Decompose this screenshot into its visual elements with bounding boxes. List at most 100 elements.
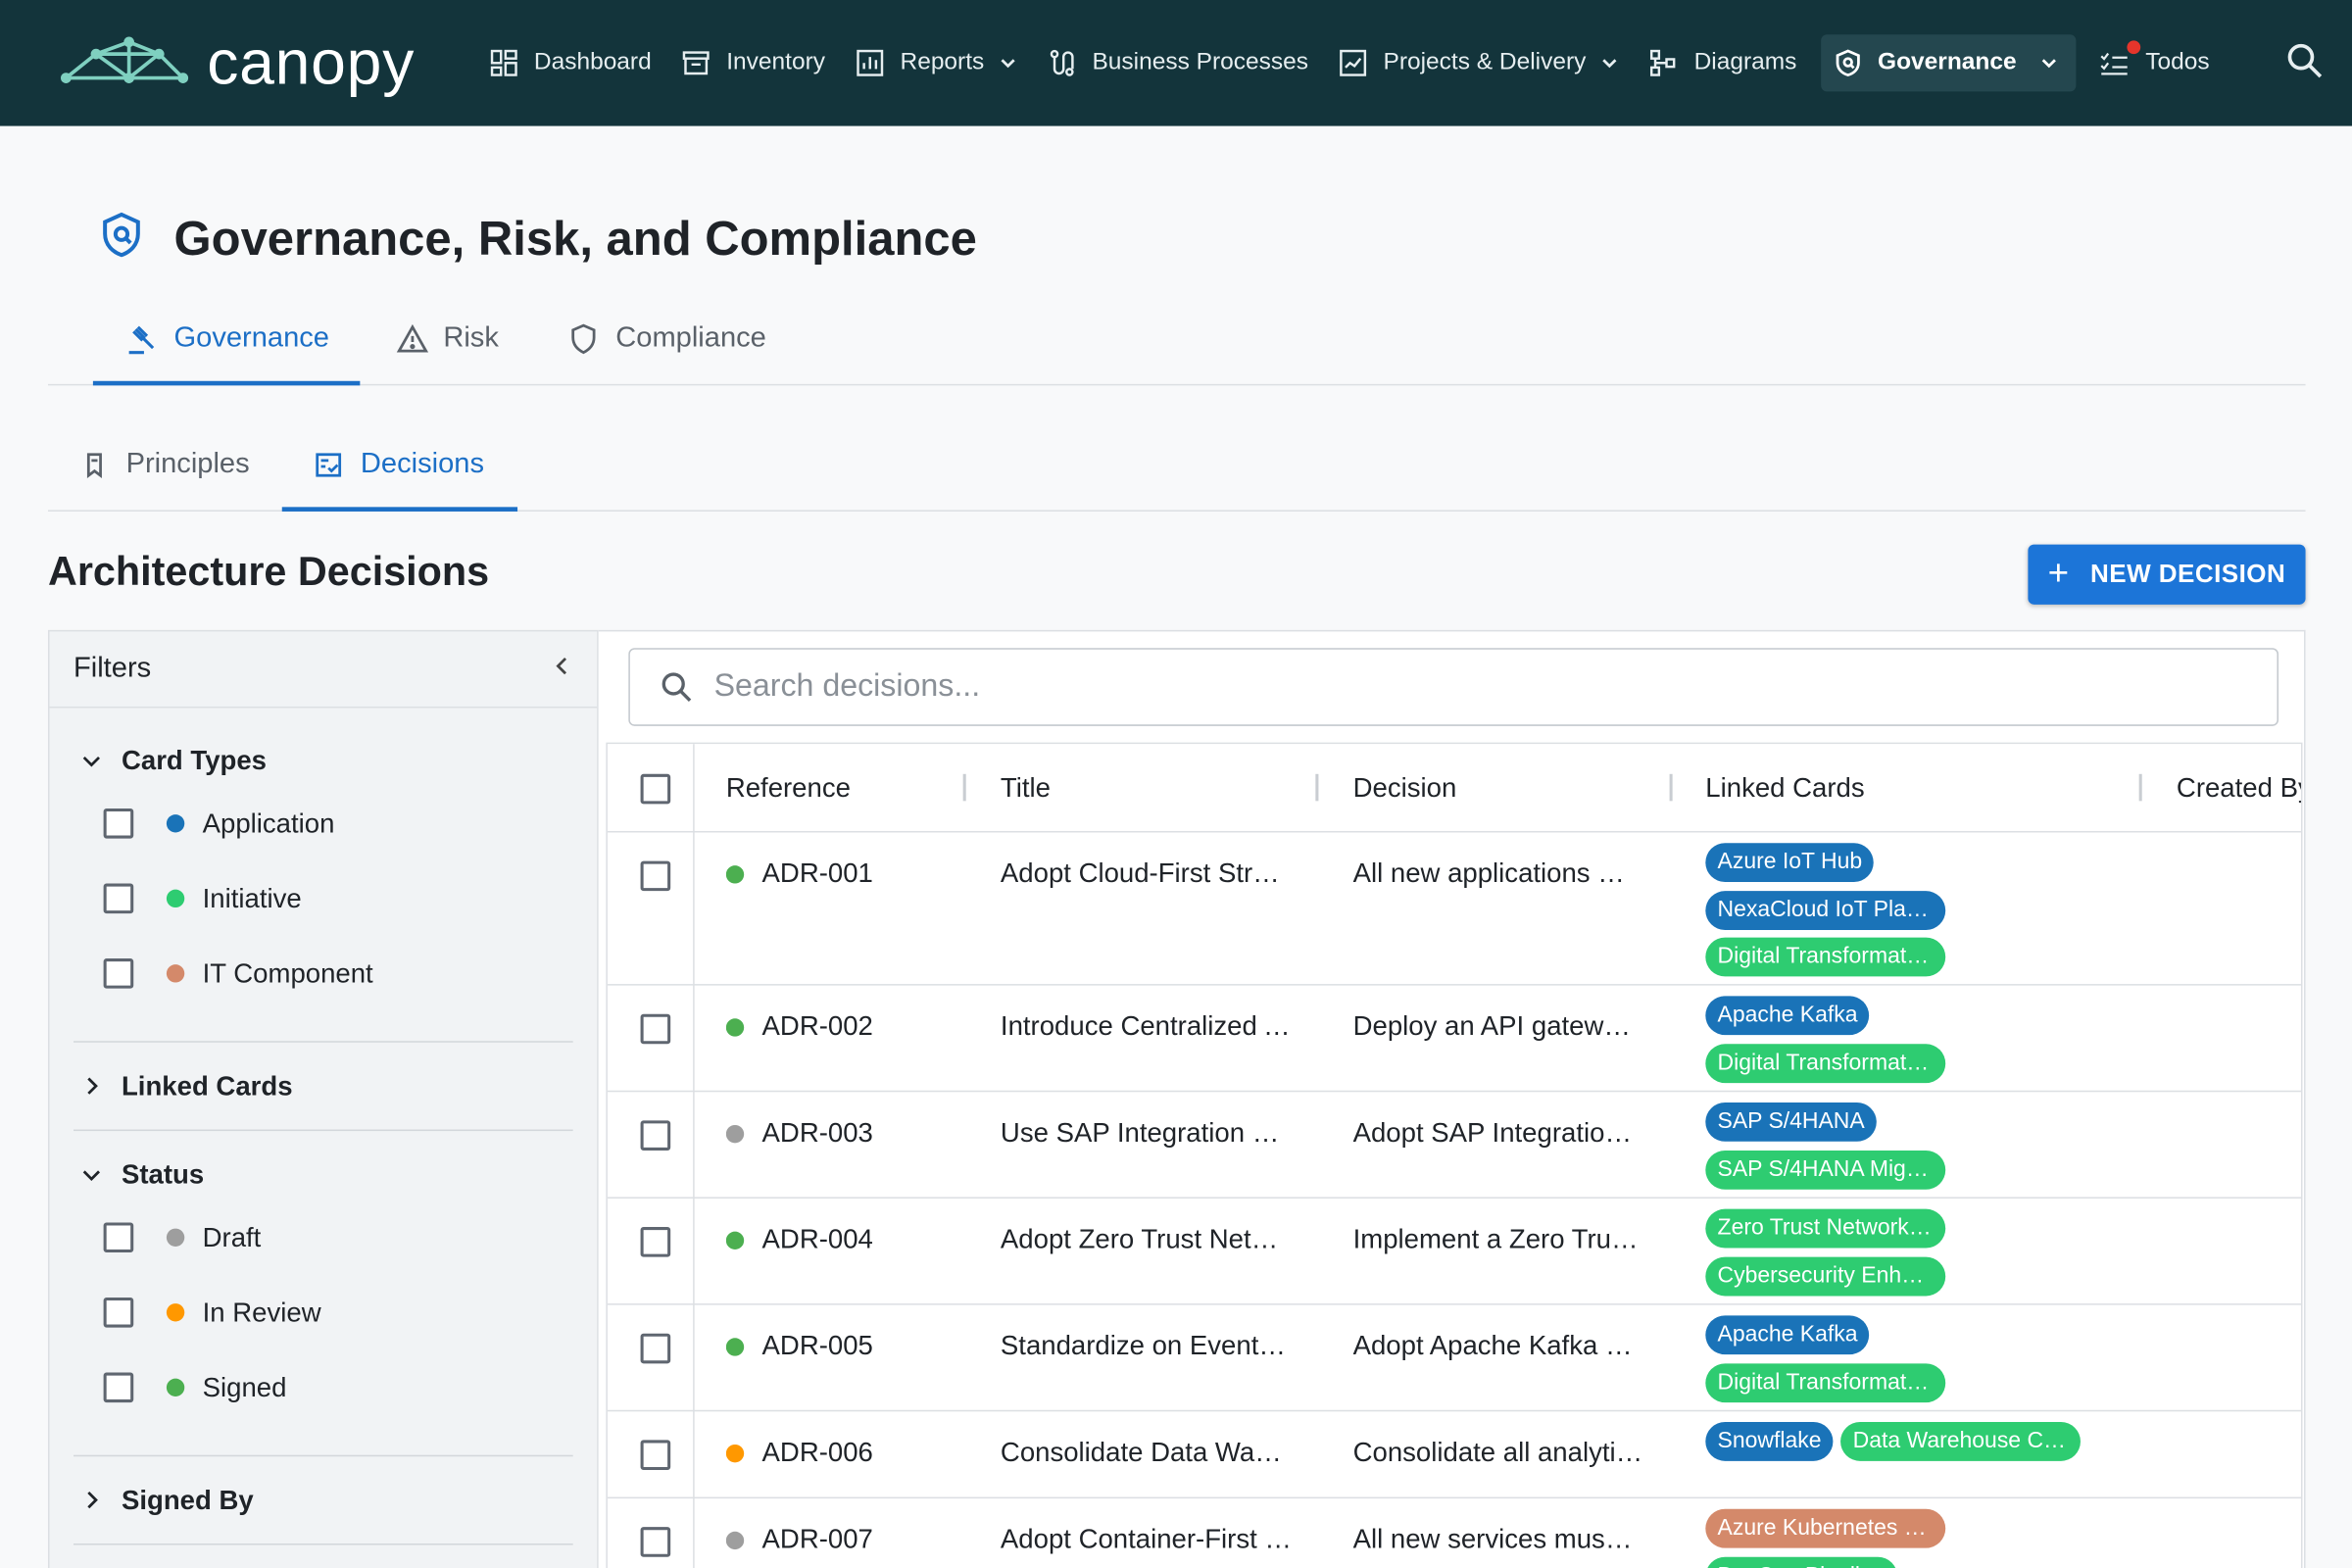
- table-row[interactable]: ADR-007 Adopt Container-First Deployment…: [608, 1498, 2301, 1568]
- filter-option-signed[interactable]: Signed: [50, 1350, 598, 1426]
- filter-option-in-review[interactable]: In Review: [50, 1275, 598, 1350]
- diagram-icon: [1649, 48, 1680, 78]
- linked-card-chip[interactable]: Cybersecurity Enhancement: [1705, 1255, 1946, 1296]
- nav-inventory[interactable]: Inventory: [669, 34, 837, 91]
- status-dot: [725, 864, 745, 883]
- nav-todos[interactable]: Todos: [2088, 34, 2222, 91]
- column-header-reference[interactable]: Reference: [726, 744, 851, 832]
- column-separator[interactable]: [1315, 773, 1319, 802]
- table-row[interactable]: ADR-002 Introduce Centralized API Gatewa…: [607, 986, 2301, 1093]
- nav-governance[interactable]: Governance: [1820, 34, 2077, 92]
- linked-card-chip[interactable]: Snowflake: [1705, 1422, 1834, 1461]
- search-icon[interactable]: [2286, 42, 2326, 81]
- reference-text: ADR-001: [761, 858, 873, 889]
- filter-option-label: Signed: [202, 1371, 287, 1402]
- linked-card-chip[interactable]: Azure Kubernetes Service: [1705, 1508, 1946, 1548]
- tab-compliance[interactable]: Compliance: [532, 294, 800, 384]
- tab-principles[interactable]: Principles: [48, 420, 282, 511]
- collapse-chevron-left-icon[interactable]: [552, 653, 572, 686]
- column-separator[interactable]: [1669, 773, 1673, 802]
- checkbox[interactable]: [103, 1372, 134, 1403]
- bookmark-icon: [81, 452, 109, 479]
- new-decision-button[interactable]: + NEW DECISION: [2028, 544, 2306, 605]
- filter-group-status[interactable]: Status: [50, 1158, 598, 1192]
- linked-card-chip[interactable]: NexaCloud IoT Platform: [1705, 890, 1946, 930]
- column-header-title[interactable]: Title: [1001, 744, 1051, 832]
- nav-label: Business Processes: [1092, 49, 1308, 75]
- row-checkbox[interactable]: [640, 1120, 671, 1151]
- nav-label: Diagrams: [1693, 49, 1797, 75]
- filter-group-linked-cards[interactable]: Linked Cards: [50, 1043, 598, 1130]
- row-checkbox[interactable]: [640, 1013, 671, 1045]
- table-row[interactable]: ADR-001 Adopt Cloud-First Strategy All n…: [607, 832, 2301, 986]
- filter-option-label: Draft: [202, 1221, 262, 1252]
- table-row[interactable]: ADR-006 Consolidate Data Warehouses Cons…: [607, 1411, 2301, 1499]
- linked-card-chip[interactable]: Digital Transformation: [1705, 937, 1946, 977]
- filter-group-label: Linked Cards: [121, 1070, 293, 1101]
- linked-card-chip[interactable]: Zero Trust Network Rollout: [1705, 1208, 1946, 1249]
- nav-projects-delivery[interactable]: Projects & Delivery: [1326, 34, 1631, 91]
- filter-option-it-component[interactable]: IT Component: [50, 936, 598, 1011]
- nav-label: Governance: [1878, 49, 2017, 75]
- linked-card-chip[interactable]: Apache Kafka: [1705, 996, 1870, 1036]
- nav-reports[interactable]: Reports: [843, 34, 1029, 91]
- row-checkbox[interactable]: [640, 1440, 671, 1470]
- report-icon: [856, 48, 886, 78]
- linked-card-chip[interactable]: Digital Transformation: [1705, 1043, 1946, 1083]
- status-color-dot: [166, 1228, 185, 1247]
- column-header-created-by[interactable]: Created By: [2177, 744, 2301, 832]
- status-color-dot: [166, 1303, 185, 1322]
- linked-card-chip[interactable]: SAP S/4HANA Migration: [1705, 1150, 1946, 1190]
- top-navigation-bar: canopy Dashboard Inventory Reports Busin…: [0, 0, 2352, 126]
- filter-option-initiative[interactable]: Initiative: [50, 861, 598, 937]
- filter-group-card-types[interactable]: Card Types: [50, 744, 598, 777]
- linked-card-chip[interactable]: Data Warehouse Consolidation: [1840, 1422, 2082, 1461]
- decisions-grid-area: Reference Title Decision Linked Cards Cr…: [598, 629, 2306, 1568]
- nav-label: Todos: [2145, 49, 2210, 75]
- table-row[interactable]: ADR-005 Standardize on Event Streaming A…: [607, 1305, 2301, 1412]
- column-separator[interactable]: [962, 773, 966, 802]
- tab-risk[interactable]: Risk: [360, 294, 532, 384]
- search-input[interactable]: [713, 668, 2215, 706]
- linked-card-chip[interactable]: Apache Kafka: [1705, 1315, 1870, 1355]
- column-header-linked-cards[interactable]: Linked Cards: [1705, 744, 1864, 832]
- filter-group-signed-by[interactable]: Signed By: [50, 1456, 598, 1544]
- canopy-logo[interactable]: canopy: [60, 27, 415, 99]
- linked-card-chip[interactable]: Azure IoT Hub: [1705, 843, 1875, 882]
- column-header-decision[interactable]: Decision: [1353, 744, 1457, 832]
- tab-label: Compliance: [615, 322, 766, 355]
- checkbox[interactable]: [103, 958, 134, 989]
- row-checkbox[interactable]: [640, 1227, 671, 1257]
- section-title: Architecture Decisions: [47, 549, 490, 595]
- table-row[interactable]: ADR-004 Adopt Zero Trust Networking Impl…: [607, 1199, 2301, 1305]
- linked-cards-cell: Zero Trust Network Rollout Cybersecurity…: [1705, 1208, 1946, 1296]
- tab-governance[interactable]: Governance: [48, 294, 360, 386]
- checkbox[interactable]: [103, 1222, 134, 1253]
- checkbox[interactable]: [103, 808, 134, 839]
- status-color-dot: [166, 1378, 185, 1396]
- chevron-down-icon: [2040, 54, 2058, 72]
- linked-card-chip[interactable]: Digital Transformation: [1705, 1362, 1946, 1402]
- nav-business-processes[interactable]: Business Processes: [1035, 34, 1320, 91]
- linked-card-chip[interactable]: DevOps Pipeline: [1705, 1556, 1897, 1568]
- dashboard-icon: [489, 48, 519, 78]
- row-checkbox[interactable]: [640, 860, 671, 892]
- select-all-checkbox[interactable]: [640, 773, 671, 805]
- row-checkbox[interactable]: [640, 1333, 671, 1364]
- linked-card-chip[interactable]: SAP S/4HANA: [1705, 1102, 1877, 1142]
- nav-dashboard[interactable]: Dashboard: [477, 34, 663, 91]
- checkbox[interactable]: [103, 1297, 134, 1328]
- filter-option-label: Application: [202, 808, 335, 838]
- nav-diagrams[interactable]: Diagrams: [1637, 34, 1808, 91]
- search-decisions-box[interactable]: [628, 648, 2278, 726]
- table-row[interactable]: ADR-003 Use SAP Integration Suite Adopt …: [607, 1092, 2301, 1199]
- tab-label: Principles: [125, 448, 250, 480]
- nav-label: Inventory: [726, 49, 825, 75]
- row-checkbox[interactable]: [640, 1527, 671, 1557]
- tab-decisions[interactable]: Decisions: [282, 420, 518, 512]
- filter-option-draft[interactable]: Draft: [50, 1200, 598, 1275]
- column-separator[interactable]: [2138, 773, 2142, 802]
- filter-option-application[interactable]: Application: [50, 786, 598, 861]
- checkbox[interactable]: [103, 883, 134, 914]
- reference-cell: ADR-004: [725, 1224, 873, 1255]
